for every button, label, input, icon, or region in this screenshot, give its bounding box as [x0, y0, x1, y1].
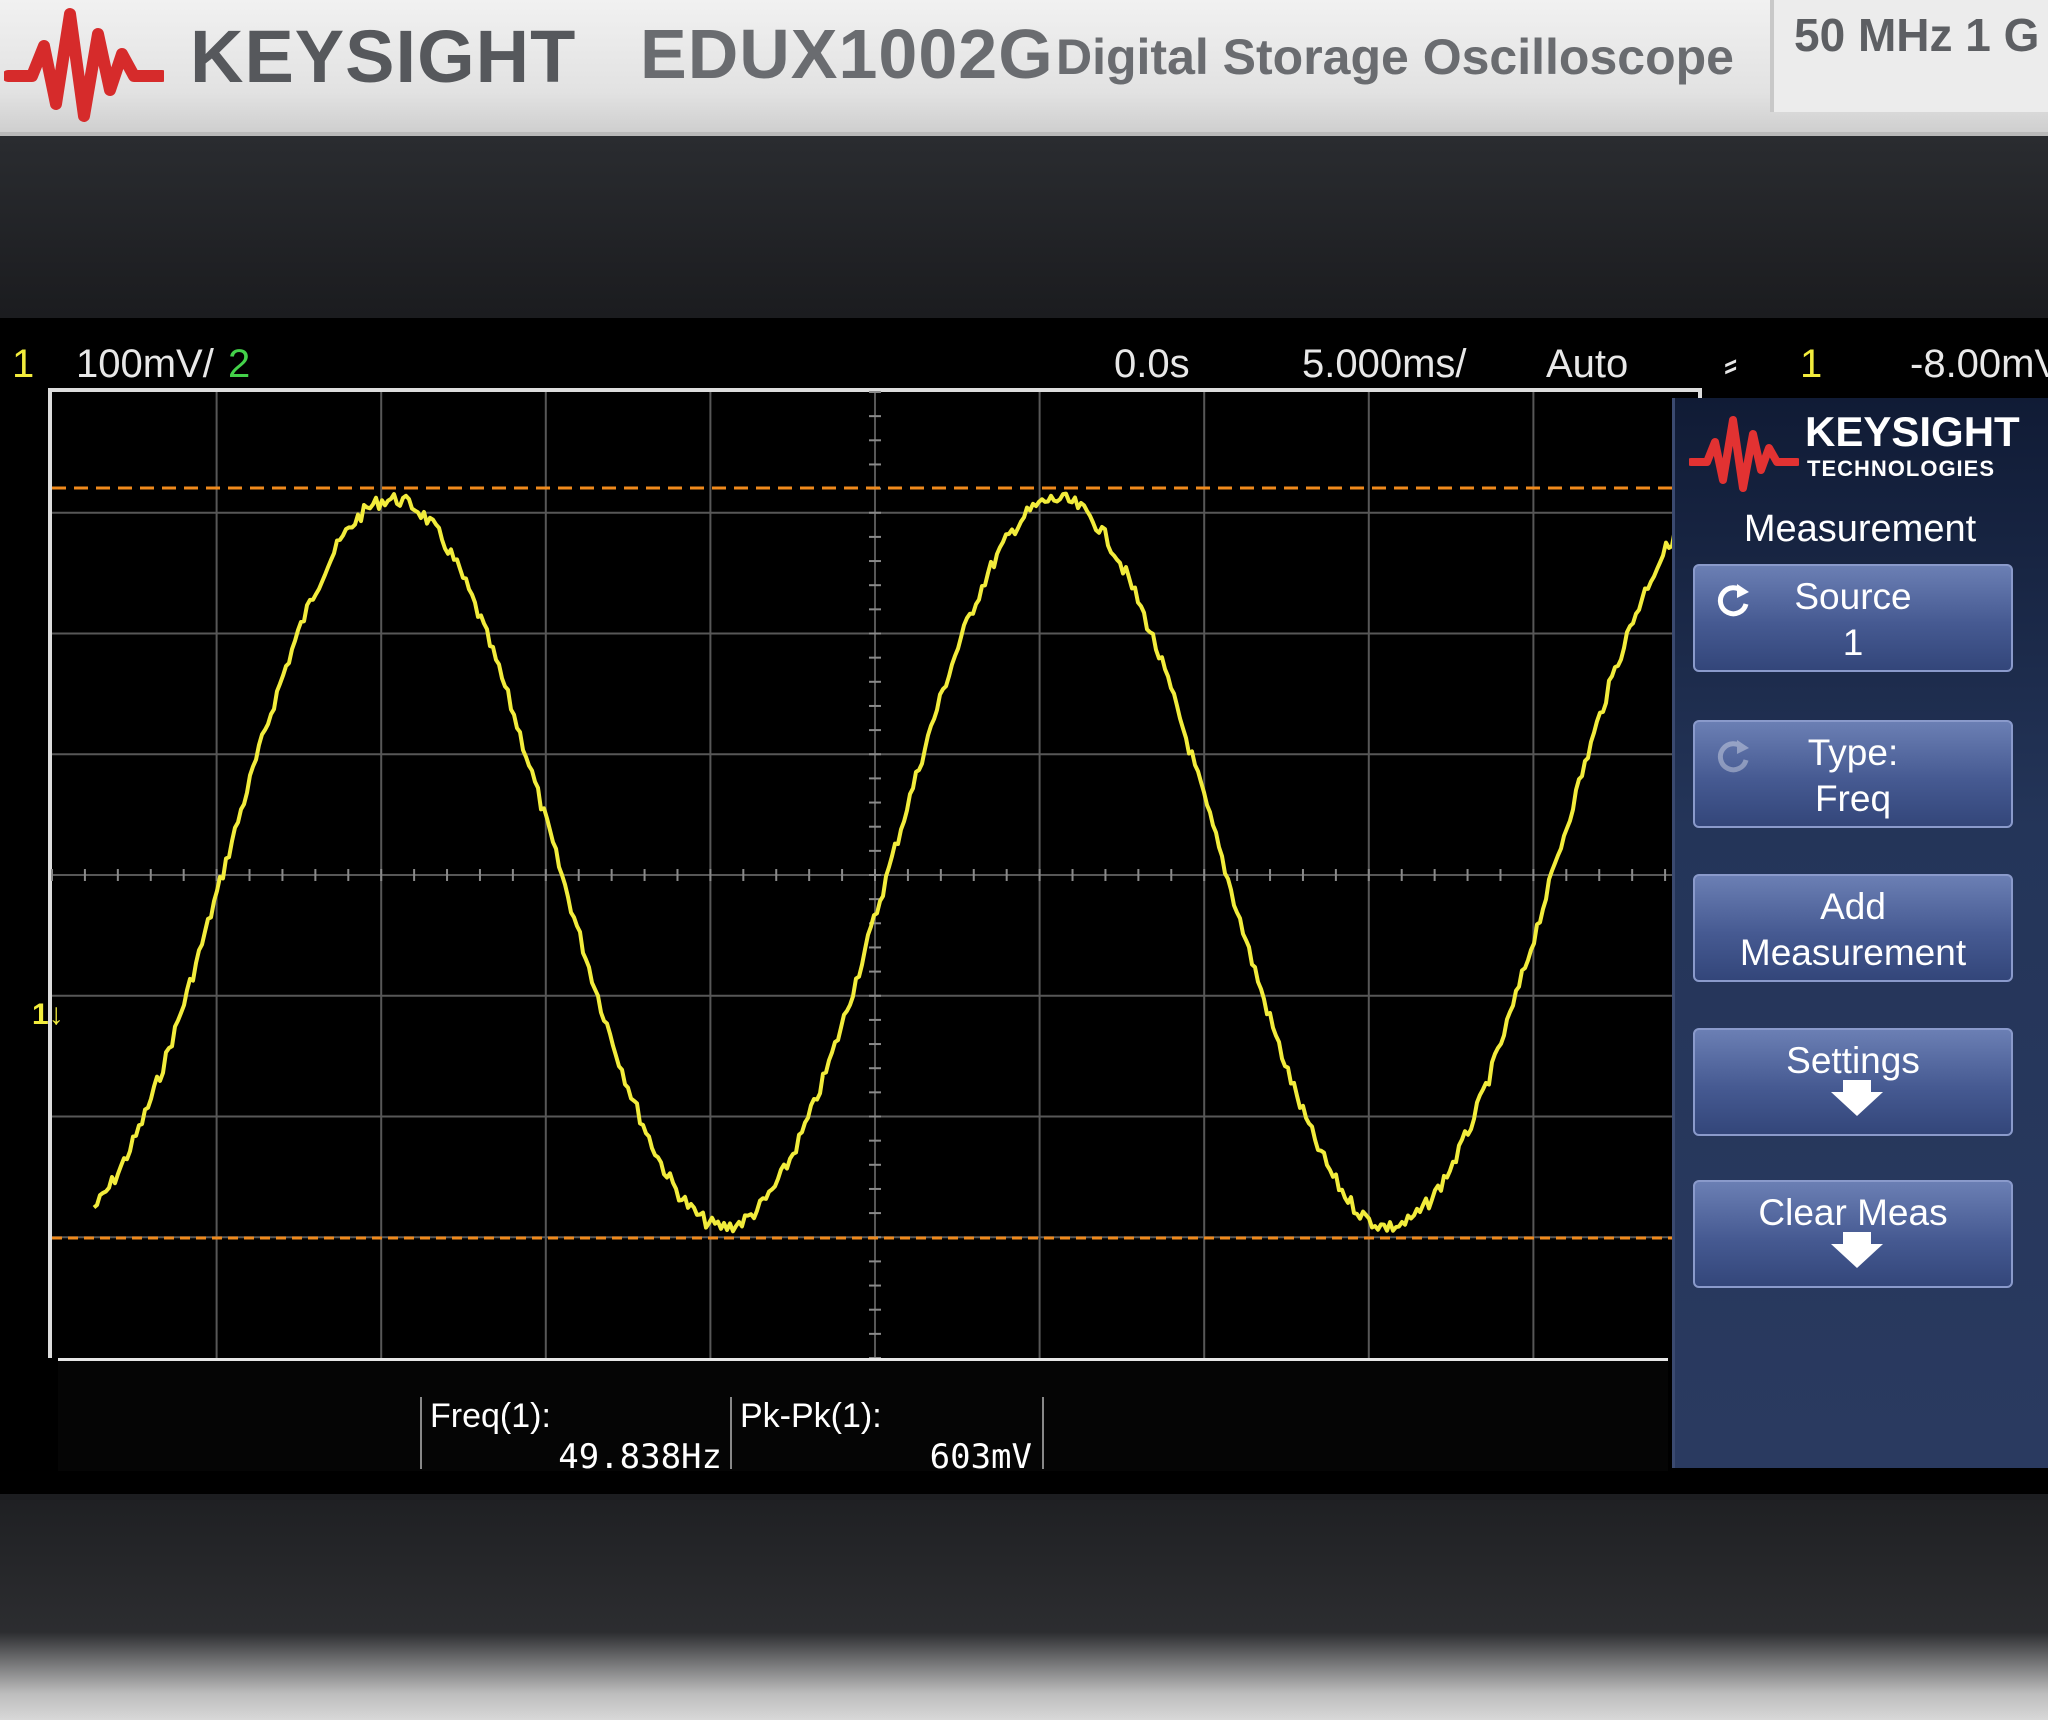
type-softkey[interactable]: Type: Freq — [1693, 720, 2013, 828]
softkey-value: Freq — [1814, 778, 1892, 819]
measurement-value: 49.838Hz — [558, 1437, 722, 1477]
waveform-area[interactable]: 1↓ — [0, 378, 1710, 1358]
softkey-label: Source — [1794, 576, 1912, 617]
submenu-arrow-icon — [1843, 1232, 1871, 1244]
add-measurement-softkey[interactable]: Add Measurement — [1693, 874, 2013, 982]
submenu-arrow-head-icon — [1831, 1092, 1883, 1116]
measurement-pkpk: Pk-Pk(1): 603mV — [730, 1397, 1044, 1477]
clear-meas-softkey[interactable]: Clear Meas — [1693, 1180, 2013, 1288]
softkey-label: Clear Meas — [1758, 1192, 1948, 1233]
submenu-arrow-icon — [1843, 1080, 1871, 1092]
trigger-level[interactable]: -8.00mV — [1910, 342, 2048, 387]
spec-box: 50 MHz 1 G — [1770, 0, 2048, 112]
menu-logo-sub: TECHNOLOGIES — [1807, 456, 1996, 481]
softkey-label: Type: — [1807, 732, 1899, 773]
model-description: Digital Storage Oscilloscope — [1056, 29, 1734, 85]
trigger-edge-icon: ⸗ — [1724, 342, 1738, 386]
softkey-value: 1 — [1842, 622, 1864, 663]
spec-text: 50 MHz 1 G — [1794, 9, 2040, 61]
graticule — [48, 388, 1702, 1358]
measurement-value: 603mV — [929, 1437, 1032, 1477]
brand-name: KEYSIGHT — [190, 15, 577, 98]
menu-logo-name: KEYSIGHT — [1805, 408, 2020, 455]
softkey-label: Add — [1820, 886, 1886, 927]
softkey-label-line2: Measurement — [1739, 932, 1967, 973]
measurement-label: Freq(1): — [430, 1397, 551, 1435]
model-name: EDUX1002G — [640, 15, 1054, 93]
softkey-label: Settings — [1786, 1040, 1920, 1081]
submenu-arrow-head-icon — [1831, 1244, 1883, 1268]
settings-softkey[interactable]: Settings — [1693, 1028, 2013, 1136]
measurement-label: Pk-Pk(1): — [740, 1397, 882, 1435]
oscilloscope-screen: 1 100mV/ 2 0.0s 5.000ms/ Auto ⸗ 1 -8.00m… — [0, 318, 2048, 1494]
measurement-bar: Freq(1): 49.838Hz Pk-Pk(1): 603mV — [58, 1358, 1668, 1477]
source-softkey[interactable]: Source 1 — [1693, 564, 2013, 672]
menu-title: Measurement — [1743, 508, 1977, 550]
trigger-source[interactable]: 1 — [1800, 342, 1822, 387]
softkey-menu: KEYSIGHT TECHNOLOGIES Measurement Source… — [1672, 398, 2048, 1468]
bezel-bottom — [0, 1500, 2048, 1720]
front-panel-header: KEYSIGHT EDUX1002G Digital Storage Oscil… — [0, 0, 2048, 136]
channel1-ground-marker[interactable]: 1↓ — [32, 998, 64, 1032]
bezel — [0, 136, 2048, 326]
measurement-freq: Freq(1): 49.838Hz — [420, 1397, 732, 1477]
keysight-wave-logo-icon — [1689, 416, 1799, 492]
keysight-wave-logo-icon — [4, 8, 164, 122]
